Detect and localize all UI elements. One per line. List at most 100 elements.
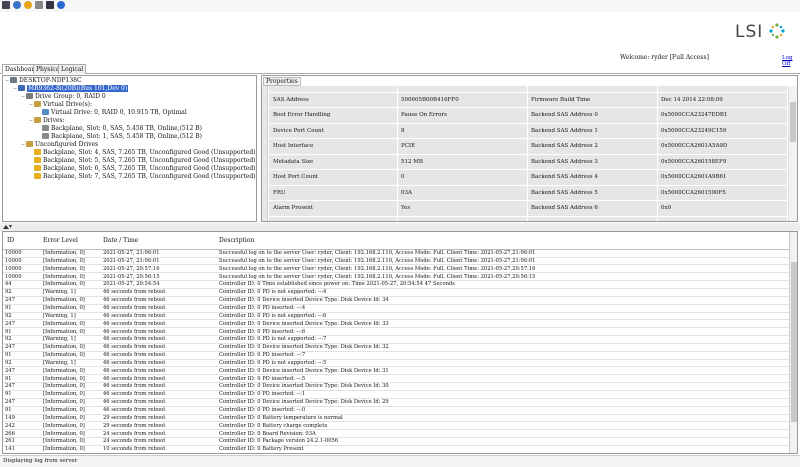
property-value: 03A [401, 189, 412, 196]
log-cell-level: [Information, 0] [43, 273, 85, 280]
log-row[interactable]: 247 [Information, 0] 46 seconds from reboo… [3, 368, 789, 376]
property-name: Metadata Size [273, 158, 314, 165]
log-row[interactable]: 92 [Warning, 1] 46 seconds from reboot Cont… [3, 360, 789, 368]
property-name: Backend SAS Address 1 [531, 127, 598, 134]
property-name: Alarm Present [273, 205, 314, 211]
computer-icon [10, 77, 17, 83]
log-cell-level: [Information, 0] [43, 344, 85, 351]
drive-group-icon [26, 93, 33, 99]
log-row[interactable]: 10000 [Information, 0] 2021-05-27, 21:06:0… [3, 258, 789, 266]
tree-item[interactable]: − MR9362-8i(20B)(Bus 101,Dev 0) [13, 85, 129, 93]
log-row[interactable]: 91 [Information, 0] 46 seconds from reboot… [3, 407, 789, 415]
tree-item[interactable]: Backplane, Slot: 6, SAS, 7.265 TB, Uncon… [29, 165, 256, 173]
tree-item[interactable]: Backplane, Slot: 7, SAS, 7.265 TB, Uncon… [29, 173, 257, 181]
tree-item[interactable]: − Drive Group: 0, RAID 0 [21, 93, 106, 101]
log-row[interactable]: 92 [Warning, 1] 46 seconds from reboot Cont… [3, 313, 789, 321]
log-cell-id: 92 [5, 312, 12, 319]
log-row[interactable]: 242 [Information, 0] 29 seconds from reboo… [3, 423, 789, 431]
log-cell-description: Controller ID: 0 PD is not supported: --… [219, 289, 327, 296]
delete-icon[interactable] [35, 1, 43, 9]
log-row[interactable]: 10000 [Information, 0] 2021-05-27, 20:57:1… [3, 266, 789, 274]
tree-item-label: Backplane, Slot: 7, SAS, 7.265 TB, Uncon… [43, 173, 257, 180]
log-cell-date: 2021-05-27, 20:56:15 [103, 273, 160, 280]
properties-scrollbar[interactable] [788, 86, 797, 221]
log-cell-level: [Warning, 1] [43, 336, 76, 343]
log-row[interactable]: 247 [Information, 0] 46 seconds from reboo… [3, 399, 789, 407]
log-cell-id: 247 [5, 399, 15, 406]
help-icon[interactable] [57, 1, 65, 9]
log-cell-id: 10000 [5, 250, 22, 256]
log-row[interactable]: 261 [Information, 0] 24 seconds from reboo… [3, 438, 789, 446]
log-row[interactable]: 149 [Information, 0] 29 seconds from reboo… [3, 415, 789, 423]
log-row[interactable]: 92 [Warning, 1] 46 seconds from reboot Cont… [3, 289, 789, 297]
log-cell-id: 266 [5, 430, 15, 437]
log-cell-description: Controller ID: 0 PD inserted: --:7 [219, 352, 306, 359]
tree-item[interactable]: Backplane, Slot: 0, SAS, 5.458 TB, Onlin… [37, 125, 202, 133]
log-cell-description: Controller ID: 0 Device inserted Device … [219, 367, 389, 374]
log-cell-description: Controller ID: 0 PD is not supported: --… [219, 312, 327, 319]
log-cell-date: 10 seconds from reboot [103, 446, 166, 453]
log-cell-level: [Information, 0] [43, 304, 85, 311]
log-cell-description: Controller ID: 0 PD is not supported: --… [219, 359, 327, 366]
log-cell-date: 2021-05-27, 21:06:01 [103, 250, 160, 256]
log-cell-id: 91 [5, 304, 12, 311]
event-log: ID Error Level Date / Time Description 1… [2, 231, 798, 454]
property-value: 512 MB [401, 158, 423, 165]
tree-item[interactable]: Backplane, Slot: 5, SAS, 7.265 TB, Uncon… [29, 157, 257, 165]
tree-item[interactable]: − Drives: [29, 117, 65, 125]
log-row[interactable]: 247 [Information, 0] 46 seconds from reboo… [3, 321, 789, 329]
tree-item-label: DESKTOP-NDP138C [19, 77, 82, 84]
scrollbar-thumb[interactable] [791, 262, 797, 422]
log-row[interactable]: 91 [Information, 0] 46 seconds from reboot… [3, 329, 789, 337]
tree-item[interactable]: Backplane, Slot: 4, SAS, 7.265 TB, Uncon… [29, 149, 256, 157]
column-header-description[interactable]: Description [219, 237, 254, 244]
tab-logical[interactable]: Logical [58, 64, 87, 74]
property-row [269, 77, 787, 93]
log-cell-date: 46 seconds from reboot [103, 352, 166, 359]
log-cell-level: [Warning, 1] [43, 312, 76, 319]
scan-icon[interactable] [24, 1, 32, 9]
log-row[interactable]: 91 [Information, 0] 46 seconds from reboot… [3, 352, 789, 360]
warning-drive-icon [34, 149, 41, 155]
log-row[interactable]: 247 [Information, 0] 46 seconds from reboo… [3, 344, 789, 352]
log-cell-description: Successful log on to the server User: ry… [219, 257, 536, 264]
log-cell-level: [Information, 0] [43, 438, 85, 445]
log-scrollbar[interactable] [789, 232, 797, 453]
tree-item[interactable]: − DESKTOP-NDP138C [5, 77, 82, 85]
log-row[interactable]: 91 [Information, 0] 46 seconds from reboot… [3, 305, 789, 313]
log-row[interactable]: 141 [Information, 0] 10 seconds from reboo… [3, 446, 789, 453]
log-cell-level: [Information, 0] [43, 422, 85, 429]
tree-item[interactable]: − Virtual Drive(s): [29, 101, 92, 109]
refresh-icon[interactable] [13, 1, 21, 9]
log-cell-id: 91 [5, 352, 12, 359]
tree-item-label: Backplane, Slot: 5, SAS, 7.265 TB, Uncon… [43, 157, 257, 164]
column-header-error-level[interactable]: Error Level [43, 237, 78, 244]
log-cell-id: 141 [5, 446, 15, 453]
collapse-arrows-icon[interactable] [2, 224, 14, 230]
log-row[interactable]: 44 [Information, 0] 2021-05-27, 20:54:54 Co… [3, 281, 789, 289]
log-row[interactable]: 92 [Warning, 1] 46 seconds from reboot Cont… [3, 336, 789, 344]
tree-item[interactable]: Backplane, Slot: 1, SAS, 5.458 TB, Onlin… [37, 133, 202, 141]
server-icon[interactable] [2, 1, 10, 9]
log-cell-id: 247 [5, 320, 15, 327]
log-row[interactable]: 266 [Information, 0] 24 seconds from reboo… [3, 431, 789, 439]
log-row[interactable]: 91 [Information, 0] 46 seconds from reboot… [3, 391, 789, 399]
log-cell-description: Controller ID: 0 Device inserted Device … [219, 399, 389, 406]
log-row[interactable]: 247 [Information, 0] 46 seconds from reboo… [3, 297, 789, 305]
scrollbar-thumb[interactable] [790, 102, 796, 142]
log-row[interactable]: 247 [Information, 0] 46 seconds from reboo… [3, 383, 789, 392]
exit-icon[interactable] [46, 1, 54, 9]
log-row[interactable]: 10000 [Information, 0] 2021-05-27, 20:56:1… [3, 274, 789, 282]
column-header-date-time[interactable]: Date / Time [103, 237, 138, 244]
tree-item[interactable]: Virtual Drive: 0, RAID 0, 10.915 TB, Opt… [37, 109, 187, 117]
column-header-id[interactable]: ID [7, 237, 14, 244]
welcome-text: Welcome: ryder [Full Access] [620, 54, 709, 61]
log-row[interactable]: 10000 [Information, 0] 2021-05-27, 21:06:0… [3, 250, 789, 258]
log-cell-date: 46 seconds from reboot [103, 289, 166, 296]
pane-splitter[interactable] [0, 223, 800, 231]
property-row: Alarm Present Yes Backend SAS Address 6 0x0 [269, 201, 787, 217]
log-row[interactable]: 91 [Information, 0] 46 seconds from reboot… [3, 376, 789, 384]
controller-icon [18, 85, 25, 91]
tree-item[interactable]: − Unconfigured Drives [21, 141, 98, 149]
log-cell-date: 2021-05-27, 20:57:16 [103, 265, 160, 272]
